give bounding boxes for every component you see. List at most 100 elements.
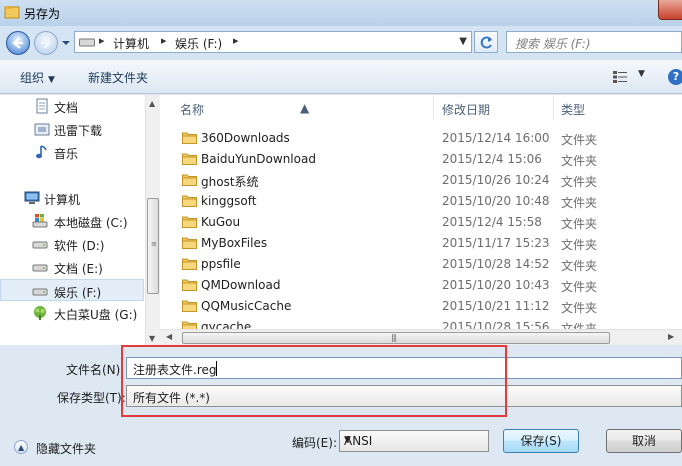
view-options-icon[interactable] [612, 70, 628, 84]
file-list: 名称 ▲ 修改日期 类型 360Downloads 2015/12/14 16:0… [160, 95, 682, 345]
toolbar: 组织 ▼ 新建文件夹 ▼ ? [0, 60, 682, 94]
navigation-pane: 文档 迅雷下载 音乐 计算机 本地磁盘 (C:) 软件 (D:) 文档 (E:)… [0, 95, 160, 345]
encoding-label: 编码(E): [292, 436, 337, 450]
folder-icon [182, 237, 197, 249]
forward-button[interactable] [34, 31, 58, 55]
file-name: 360Downloads [201, 131, 290, 145]
file-row[interactable]: QQMusicCache 2015/10/21 11:12 文件夹 [160, 295, 682, 316]
back-button[interactable] [6, 31, 30, 55]
arrow-left-icon [12, 37, 23, 49]
file-name: kinggsoft [201, 194, 257, 208]
folder-icon [182, 258, 197, 270]
file-type: 文件夹 [561, 133, 598, 147]
refresh-button[interactable] [474, 31, 498, 53]
file-name: ghost系统 [201, 175, 259, 189]
download-folder-icon [34, 123, 50, 136]
new-folder-button[interactable]: 新建文件夹 [88, 69, 148, 86]
file-date: 2015/10/20 10:43 [442, 278, 550, 292]
file-row[interactable]: QMDownload 2015/10/20 10:43 文件夹 [160, 274, 682, 295]
refresh-icon [480, 36, 492, 49]
file-type: 文件夹 [561, 280, 598, 294]
file-type: 文件夹 [561, 301, 598, 315]
address-row: ▸ 计算机 ▸ 娱乐 (F:) ▸ ▼ 搜索 娱乐 (F:) [0, 26, 682, 60]
usb-drive-icon [34, 306, 46, 320]
nav-item-music[interactable]: 音乐 [0, 141, 144, 163]
music-icon [36, 145, 47, 159]
column-header-type[interactable]: 类型 [554, 95, 682, 119]
arrow-right-icon [41, 37, 52, 49]
nav-scrollbar-thumb[interactable]: ≡ [147, 198, 159, 294]
window-icon [4, 6, 20, 19]
windows-drive-icon [32, 214, 48, 228]
chevron-up-icon: ▲ [18, 443, 25, 452]
cancel-button[interactable]: 取消 [606, 429, 682, 453]
highlight-frame [121, 345, 507, 417]
scroll-down-icon[interactable]: ▼ [149, 334, 155, 343]
hscrollbar-thumb[interactable]: ||| [182, 332, 610, 344]
file-date: 2015/12/14 16:00 [442, 131, 550, 145]
scroll-right-icon[interactable]: ▶ [668, 332, 674, 341]
save-button[interactable]: 保存(S) [503, 429, 579, 453]
close-button[interactable] [658, 0, 682, 20]
file-row[interactable]: ghost系统 2015/10/26 10:24 文件夹 [160, 169, 682, 190]
column-header-date[interactable]: 修改日期 [434, 95, 554, 119]
scroll-left-icon[interactable]: ◀ [166, 332, 172, 341]
drive-icon [32, 241, 48, 249]
folder-icon [182, 279, 197, 291]
address-bar[interactable]: ▸ 计算机 ▸ 娱乐 (F:) ▸ ▼ [74, 31, 472, 53]
file-name: MyBoxFiles [201, 236, 268, 250]
file-row[interactable]: BaiduYunDownload 2015/12/4 15:06 文件夹 [160, 148, 682, 169]
file-date: 2015/10/20 10:48 [442, 194, 550, 208]
file-type: 文件夹 [561, 259, 598, 273]
file-name: KuGou [201, 215, 241, 229]
file-type: 文件夹 [561, 238, 598, 252]
nav-item-drive-c[interactable]: 本地磁盘 (C:) [0, 210, 144, 232]
file-name: QQMusicCache [201, 299, 292, 313]
file-row[interactable]: ppsfile 2015/10/28 14:52 文件夹 [160, 253, 682, 274]
file-row[interactable]: 360Downloads 2015/12/14 16:00 文件夹 [160, 127, 682, 148]
organize-button[interactable]: 组织 ▼ [20, 69, 55, 86]
nav-item-drive-e[interactable]: 文档 (E:) [0, 256, 144, 278]
folder-icon [182, 132, 197, 144]
folder-icon [182, 174, 197, 186]
file-row[interactable]: kinggsoft 2015/10/20 10:48 文件夹 [160, 190, 682, 211]
file-type: 文件夹 [561, 154, 598, 168]
recent-pages-dropdown[interactable] [61, 38, 71, 48]
file-type: 文件夹 [561, 175, 598, 189]
folder-icon [182, 216, 197, 228]
document-icon [36, 98, 48, 114]
chevron-down-icon: ▼ [344, 435, 351, 445]
breadcrumb-computer[interactable]: 计算机 [113, 35, 149, 52]
nav-item-documents[interactable]: 文档 [0, 95, 144, 117]
breadcrumb-drive-f[interactable]: 娱乐 (F:) [175, 35, 222, 52]
filename-label: 文件名(N): [66, 363, 125, 377]
nav-item-usb-g[interactable]: 大白菜U盘 (G:) [0, 302, 144, 324]
file-list-hscrollbar[interactable]: ◀ ||| ▶ [160, 329, 682, 345]
file-date: 2015/10/21 11:12 [442, 299, 550, 313]
scroll-up-icon[interactable]: ▲ [149, 99, 155, 108]
folder-icon [182, 300, 197, 312]
file-date: 2015/10/28 14:52 [442, 257, 550, 271]
nav-item-xunlei-downloads[interactable]: 迅雷下载 [0, 118, 144, 140]
file-name: ppsfile [201, 257, 241, 271]
help-icon[interactable]: ? [668, 69, 682, 85]
nav-item-drive-d[interactable]: 软件 (D:) [0, 233, 144, 255]
view-dropdown-icon[interactable]: ▼ [638, 69, 645, 79]
drive-icon [32, 264, 48, 272]
search-input[interactable]: 搜索 娱乐 (F:) [506, 31, 682, 53]
file-name: BaiduYunDownload [201, 152, 316, 166]
window-title: 另存为 [24, 7, 61, 21]
nav-scrollbar[interactable]: ▲ ≡ ▼ [145, 95, 160, 345]
sort-ascending-icon: ▲ [300, 101, 310, 115]
encoding-select[interactable]: ANSI ▼ [339, 430, 489, 452]
address-dropdown-icon[interactable]: ▼ [459, 36, 467, 47]
file-row[interactable]: MyBoxFiles 2015/11/17 15:23 文件夹 [160, 232, 682, 253]
file-type: 文件夹 [561, 217, 598, 231]
drive-icon [32, 288, 48, 296]
column-header-name[interactable]: 名称 ▲ [160, 95, 434, 119]
file-row[interactable]: KuGou 2015/12/4 15:58 文件夹 [160, 211, 682, 232]
nav-item-computer[interactable]: 计算机 [0, 187, 144, 209]
filetype-label: 保存类型(T): [57, 391, 126, 405]
file-type: 文件夹 [561, 196, 598, 210]
nav-item-drive-f[interactable]: 娱乐 (F:) [0, 279, 144, 301]
